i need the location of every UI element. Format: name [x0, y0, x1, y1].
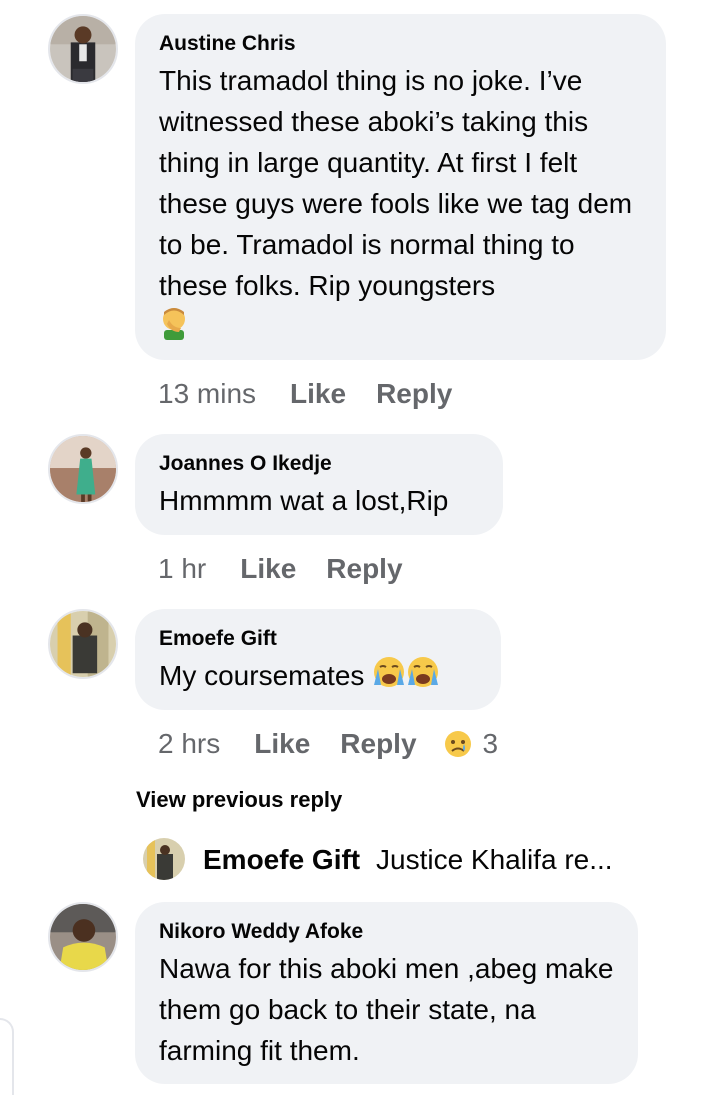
avatar[interactable] — [48, 14, 118, 84]
reply-author: Emoefe Gift — [203, 844, 361, 875]
view-previous-reply-link[interactable]: View previous reply — [136, 786, 342, 814]
sad-reaction-icon[interactable] — [443, 729, 473, 759]
comment-actions: 2 hrs Like Reply 3 — [158, 722, 498, 762]
like-button[interactable]: Like — [254, 724, 310, 764]
reply-button[interactable]: Reply — [326, 549, 402, 589]
reaction-count[interactable]: 3 — [483, 724, 499, 764]
avatar[interactable] — [48, 434, 118, 504]
avatar — [143, 838, 185, 880]
comment-bubble: Emoefe Gift My coursemates — [135, 609, 501, 710]
like-button[interactable]: Like — [290, 374, 346, 414]
facepalm-emoji — [159, 306, 189, 351]
comment-actions: 1 hr Like Reply — [158, 547, 433, 587]
comment-text: Nawa for this aboki men ,abeg make them … — [159, 953, 614, 1066]
comment-author[interactable]: Joannes O Ikedje — [159, 452, 479, 476]
comment-actions: 13 mins Like Reply — [158, 372, 482, 412]
comment-text: My coursemates — [159, 655, 477, 700]
reply-snippet: Justice Khalifa re... — [376, 844, 613, 875]
crying-face-emoji — [406, 655, 440, 700]
avatar[interactable] — [48, 902, 118, 972]
like-button[interactable]: Like — [240, 549, 296, 589]
comment-author[interactable]: Nikoro Weddy Afoke — [159, 920, 614, 944]
comment-text: This tramadol thing is no joke. I’ve wit… — [159, 60, 642, 351]
comment-bubble: Austine Chris This tramadol thing is no … — [135, 14, 666, 360]
comment-author[interactable]: Austine Chris — [159, 32, 642, 56]
comment-bubble: Joannes O Ikedje Hmmmm wat a lost,Rip — [135, 434, 503, 535]
comment-time[interactable]: 13 mins — [158, 374, 256, 414]
reply-button[interactable]: Reply — [340, 724, 416, 764]
comment-text: Hmmmm wat a lost,Rip — [159, 485, 449, 516]
reply-button[interactable]: Reply — [376, 374, 452, 414]
avatar[interactable] — [48, 609, 118, 679]
comment-time[interactable]: 1 hr — [158, 549, 206, 589]
comment-author[interactable]: Emoefe Gift — [159, 627, 477, 651]
comment-time[interactable]: 2 hrs — [158, 724, 220, 764]
edge-divider — [0, 1018, 14, 1095]
comment-bubble: Nikoro Weddy Afoke Nawa for this aboki m… — [135, 902, 638, 1084]
crying-face-emoji — [372, 655, 406, 700]
